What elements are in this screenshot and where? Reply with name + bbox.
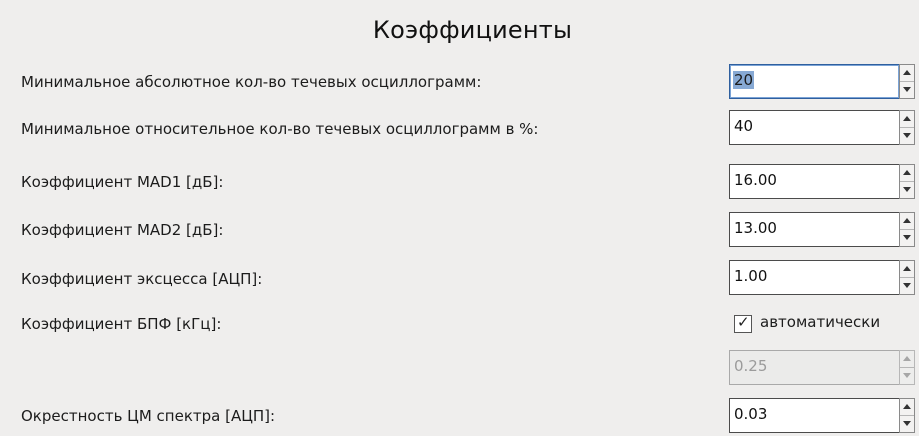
spin-up-button[interactable] bbox=[900, 111, 914, 128]
spin-down-arrow-icon bbox=[903, 87, 911, 92]
label-mad2: Коэффициент MAD2 [дБ]: bbox=[21, 221, 224, 239]
fft-input: 0.25 bbox=[729, 350, 899, 385]
spin-down-arrow-icon bbox=[903, 283, 911, 288]
mad1-value: 16.00 bbox=[734, 171, 777, 189]
spin-up-arrow-icon bbox=[903, 356, 911, 361]
mad2-spinbox[interactable]: 13.00 bbox=[729, 212, 919, 247]
spin-up-button[interactable] bbox=[900, 65, 914, 82]
spin-arrows bbox=[899, 350, 915, 385]
excess-spinbox[interactable]: 1.00 bbox=[729, 260, 919, 295]
cm-spectrum-input[interactable]: 0.03 bbox=[729, 398, 899, 433]
spin-up-arrow-icon bbox=[903, 266, 911, 271]
mad2-value: 13.00 bbox=[734, 219, 777, 237]
label-mad1: Коэффициент MAD1 [дБ]: bbox=[21, 173, 224, 191]
spin-up-arrow-icon bbox=[903, 218, 911, 223]
spin-arrows bbox=[899, 64, 915, 99]
min-relative-percent-input[interactable]: 40 bbox=[729, 110, 899, 145]
spin-up-button[interactable] bbox=[900, 213, 914, 230]
spin-up-arrow-icon bbox=[903, 70, 911, 75]
spin-arrows bbox=[899, 164, 915, 199]
label-excess: Коэффициент эксцесса [АЦП]: bbox=[21, 270, 263, 288]
spin-down-button[interactable] bbox=[900, 230, 914, 246]
fft-value: 0.25 bbox=[734, 357, 768, 375]
spin-up-button[interactable] bbox=[900, 261, 914, 278]
spin-down-arrow-icon bbox=[903, 373, 911, 378]
min-relative-percent-spinbox[interactable]: 40 bbox=[729, 110, 919, 145]
min-absolute-count-input[interactable]: 20 bbox=[729, 64, 900, 99]
spin-up-button[interactable] bbox=[900, 399, 914, 416]
spin-down-button[interactable] bbox=[900, 416, 914, 432]
spin-up-button[interactable] bbox=[900, 165, 914, 182]
label-min-relative-percent: Минимальное относительное кол-во течевых… bbox=[21, 120, 539, 138]
min-absolute-count-value: 20 bbox=[733, 71, 755, 89]
excess-input[interactable]: 1.00 bbox=[729, 260, 899, 295]
min-absolute-count-spinbox[interactable]: 20 bbox=[729, 64, 919, 99]
checkbox-box[interactable]: ✓ bbox=[734, 313, 752, 333]
spin-down-button[interactable] bbox=[900, 128, 914, 144]
min-relative-percent-value: 40 bbox=[734, 117, 754, 135]
spin-down-arrow-icon bbox=[903, 235, 911, 240]
fft-auto-label: автоматически bbox=[760, 313, 881, 331]
checkmark-icon: ✓ bbox=[737, 313, 750, 331]
label-fft: Коэффициент БПФ [кГц]: bbox=[21, 315, 222, 333]
panel-title: Коэффициенты bbox=[372, 16, 573, 44]
label-cm-spectrum: Окрестность ЦМ спектра [АЦП]: bbox=[21, 407, 276, 425]
spin-arrows bbox=[899, 260, 915, 295]
spin-down-button[interactable] bbox=[900, 182, 914, 198]
spin-up-arrow-icon bbox=[903, 116, 911, 121]
spin-up-arrow-icon bbox=[903, 170, 911, 175]
spin-down-button[interactable] bbox=[900, 278, 914, 294]
spin-down-arrow-icon bbox=[903, 421, 911, 426]
spin-down-arrow-icon bbox=[903, 133, 911, 138]
excess-value: 1.00 bbox=[734, 267, 768, 285]
spin-down-arrow-icon bbox=[903, 187, 911, 192]
label-min-absolute-count: Минимальное абсолютное кол-во течевых ос… bbox=[21, 73, 482, 91]
spin-arrows bbox=[899, 398, 915, 433]
spin-down-button[interactable] bbox=[900, 82, 914, 98]
cm-spectrum-spinbox[interactable]: 0.03 bbox=[729, 398, 919, 433]
cm-spectrum-value: 0.03 bbox=[734, 405, 768, 423]
coefficients-panel: Коэффициенты Минимальное абсолютное кол-… bbox=[0, 0, 919, 436]
mad1-input[interactable]: 16.00 bbox=[729, 164, 899, 199]
spin-up-arrow-icon bbox=[903, 404, 911, 409]
spin-up-button bbox=[900, 351, 914, 368]
spin-down-button bbox=[900, 368, 914, 384]
mad1-spinbox[interactable]: 16.00 bbox=[729, 164, 919, 199]
spin-arrows bbox=[899, 110, 915, 145]
mad2-input[interactable]: 13.00 bbox=[729, 212, 899, 247]
fft-spinbox: 0.25 bbox=[729, 350, 919, 385]
spin-arrows bbox=[899, 212, 915, 247]
